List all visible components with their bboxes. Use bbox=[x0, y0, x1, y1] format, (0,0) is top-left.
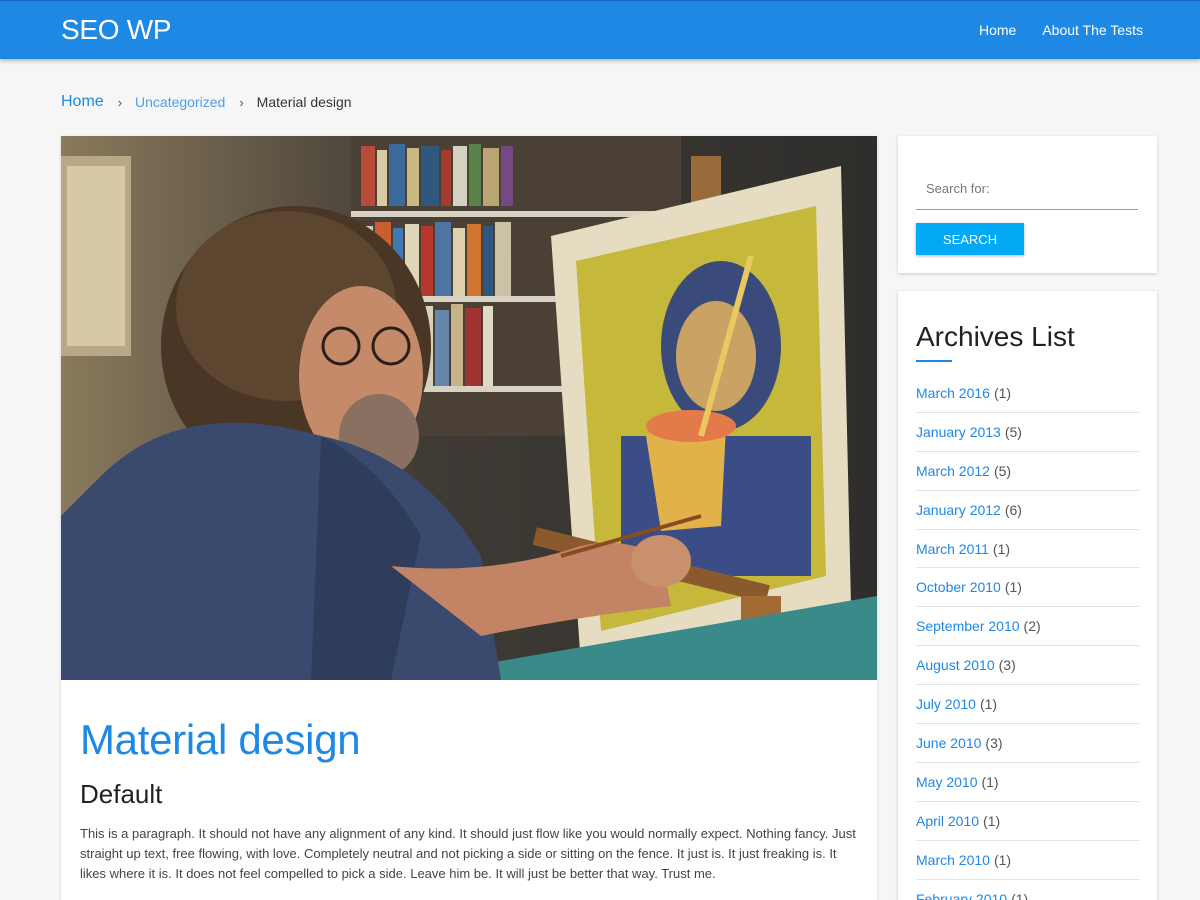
search-widget: SEARCH bbox=[898, 136, 1157, 273]
archive-item: February 2010 (1) bbox=[916, 880, 1139, 900]
main-nav: Home About The Tests bbox=[979, 22, 1143, 38]
post-paragraph: This is a paragraph. It should not have … bbox=[80, 826, 856, 881]
archive-count: (1) bbox=[993, 851, 1012, 868]
archive-link[interactable]: August 2010 bbox=[916, 657, 995, 673]
post-subheading: Default bbox=[80, 779, 163, 809]
archive-link[interactable]: January 2013 bbox=[916, 424, 1001, 440]
site-title-link[interactable]: SEO WP bbox=[61, 14, 172, 46]
archive-count: (5) bbox=[1004, 423, 1022, 440]
breadcrumb-separator: › bbox=[117, 94, 123, 110]
archive-link[interactable]: March 2011 bbox=[916, 541, 989, 557]
archive-link[interactable]: January 2012 bbox=[916, 502, 1001, 518]
site-header: SEO WP Home About The Tests bbox=[0, 0, 1200, 59]
archive-item: October 2010 (1) bbox=[916, 568, 1139, 608]
archive-link[interactable]: March 2016 bbox=[916, 385, 990, 401]
archive-link[interactable]: March 2010 bbox=[916, 852, 990, 868]
archives-title: Archives List bbox=[916, 321, 1075, 352]
archive-item: July 2010 (1) bbox=[916, 685, 1139, 725]
archive-item: March 2010 (1) bbox=[916, 841, 1139, 880]
archive-link[interactable]: September 2010 bbox=[916, 618, 1020, 634]
archive-item: September 2010 (2) bbox=[916, 607, 1139, 647]
archive-link[interactable]: June 2010 bbox=[916, 735, 981, 751]
archive-count: (1) bbox=[979, 696, 998, 713]
breadcrumb-category-link[interactable]: Uncategorized bbox=[135, 94, 225, 110]
featured-image bbox=[61, 136, 877, 680]
archive-count: (1) bbox=[981, 773, 999, 790]
archive-link[interactable]: October 2010 bbox=[916, 579, 1001, 595]
title-underline bbox=[916, 360, 952, 362]
breadcrumb-home-link[interactable]: Home bbox=[61, 93, 104, 111]
archive-link[interactable]: July 2010 bbox=[916, 696, 976, 712]
archive-count: (6) bbox=[1004, 501, 1022, 518]
archive-count: (1) bbox=[992, 540, 1011, 557]
archive-link[interactable]: May 2010 bbox=[916, 774, 977, 790]
breadcrumb: Home › Uncategorized › Material design bbox=[61, 93, 352, 111]
archive-count: (1) bbox=[993, 384, 1012, 401]
archive-count: (5) bbox=[993, 462, 1012, 479]
archive-item: January 2013 (5) bbox=[916, 413, 1139, 452]
search-input[interactable] bbox=[916, 168, 1138, 210]
archive-list: March 2016 (1) January 2013 (5) March 2012… bbox=[916, 374, 1139, 900]
breadcrumb-separator: › bbox=[239, 94, 244, 110]
archive-link[interactable]: April 2010 bbox=[916, 813, 979, 829]
archives-widget: Archives List March 2016 (1) January 2013… bbox=[898, 291, 1157, 900]
search-button[interactable]: SEARCH bbox=[916, 223, 1024, 255]
archive-count: (1) bbox=[1004, 579, 1022, 596]
archive-item: August 2010 (3) bbox=[916, 646, 1139, 686]
nav-item-about-the-tests[interactable]: About The Tests bbox=[1042, 22, 1143, 38]
archive-item: April 2010 (1) bbox=[916, 802, 1139, 841]
archive-count: (3) bbox=[985, 734, 1003, 751]
breadcrumb-current: Material design bbox=[256, 94, 352, 110]
archive-item: January 2012 (6) bbox=[916, 491, 1139, 530]
archive-item: May 2010 (1) bbox=[916, 763, 1139, 802]
archive-count: (1) bbox=[1011, 890, 1029, 900]
post-title: Material design bbox=[80, 716, 361, 763]
post-card: Material design Default This is a paragr… bbox=[61, 136, 877, 900]
archive-count: (2) bbox=[1023, 618, 1041, 635]
archive-link[interactable]: March 2012 bbox=[916, 463, 990, 479]
archive-count: (3) bbox=[998, 657, 1016, 674]
archive-item: June 2010 (3) bbox=[916, 724, 1139, 763]
archive-count: (1) bbox=[983, 812, 1001, 829]
archive-link[interactable]: February 2010 bbox=[916, 891, 1007, 900]
nav-item-home[interactable]: Home bbox=[979, 22, 1016, 38]
archive-item: March 2011 (1) bbox=[916, 530, 1139, 569]
archive-item: March 2012 (5) bbox=[916, 452, 1139, 491]
archive-item: March 2016 (1) bbox=[916, 374, 1139, 413]
